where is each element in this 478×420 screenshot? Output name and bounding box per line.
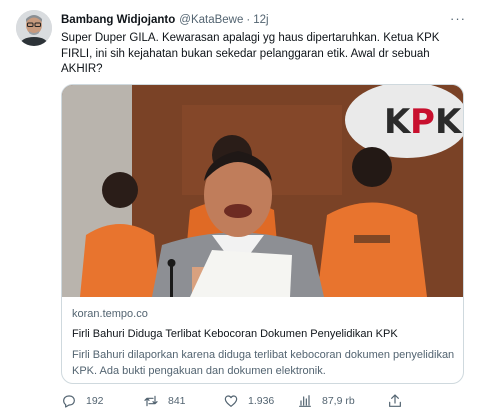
sign-p: P (410, 102, 435, 142)
card-domain: koran.tempo.co (72, 308, 148, 320)
card-image[interactable]: K P K (62, 85, 463, 297)
separator-dot: · (246, 14, 251, 26)
card-title[interactable]: Firli Bahuri Diduga Terlibat Kebocoran D… (72, 328, 398, 340)
more-icon[interactable]: ··· (448, 10, 468, 26)
share-button[interactable] (387, 393, 403, 409)
sign-k2: K (435, 102, 463, 142)
views-count: 87,9 rb (322, 395, 355, 407)
card-description: Firli Bahuri dilaporkan karena diduga te… (72, 349, 455, 377)
sign-k: K (384, 102, 412, 142)
retweet-count: 841 (168, 395, 186, 407)
tweet[interactable]: Bambang Widjojanto @KataBewe · 12j ··· S… (0, 0, 478, 420)
views-icon (299, 395, 311, 407)
tweet-text: Super Duper GILA. Kewarasan apalagi yg h… (61, 32, 440, 75)
reply-button[interactable]: 192 (61, 393, 104, 409)
like-count: 1.936 (248, 395, 275, 407)
like-button[interactable]: 1.936 (223, 393, 274, 409)
reply-icon (63, 395, 75, 408)
author-name[interactable]: Bambang Widjojanto (61, 14, 175, 26)
share-icon (389, 394, 401, 407)
retweet-icon (144, 395, 158, 407)
avatar-image (16, 10, 52, 46)
avatar[interactable] (16, 10, 52, 46)
link-card[interactable]: K P K koran.tempo.co Firli Bahuri Diduga… (61, 84, 464, 384)
like-icon (224, 395, 238, 407)
action-bar: 192 841 1.936 87,9 rb (61, 392, 471, 410)
tweet-header: Bambang Widjojanto @KataBewe · 12j (61, 12, 269, 28)
retweet-button[interactable]: 841 (143, 393, 186, 409)
timestamp[interactable]: 12j (253, 14, 268, 26)
reply-count: 192 (86, 395, 104, 407)
author-handle[interactable]: @KataBewe (179, 14, 243, 26)
views-button[interactable]: 87,9 rb (297, 393, 355, 409)
